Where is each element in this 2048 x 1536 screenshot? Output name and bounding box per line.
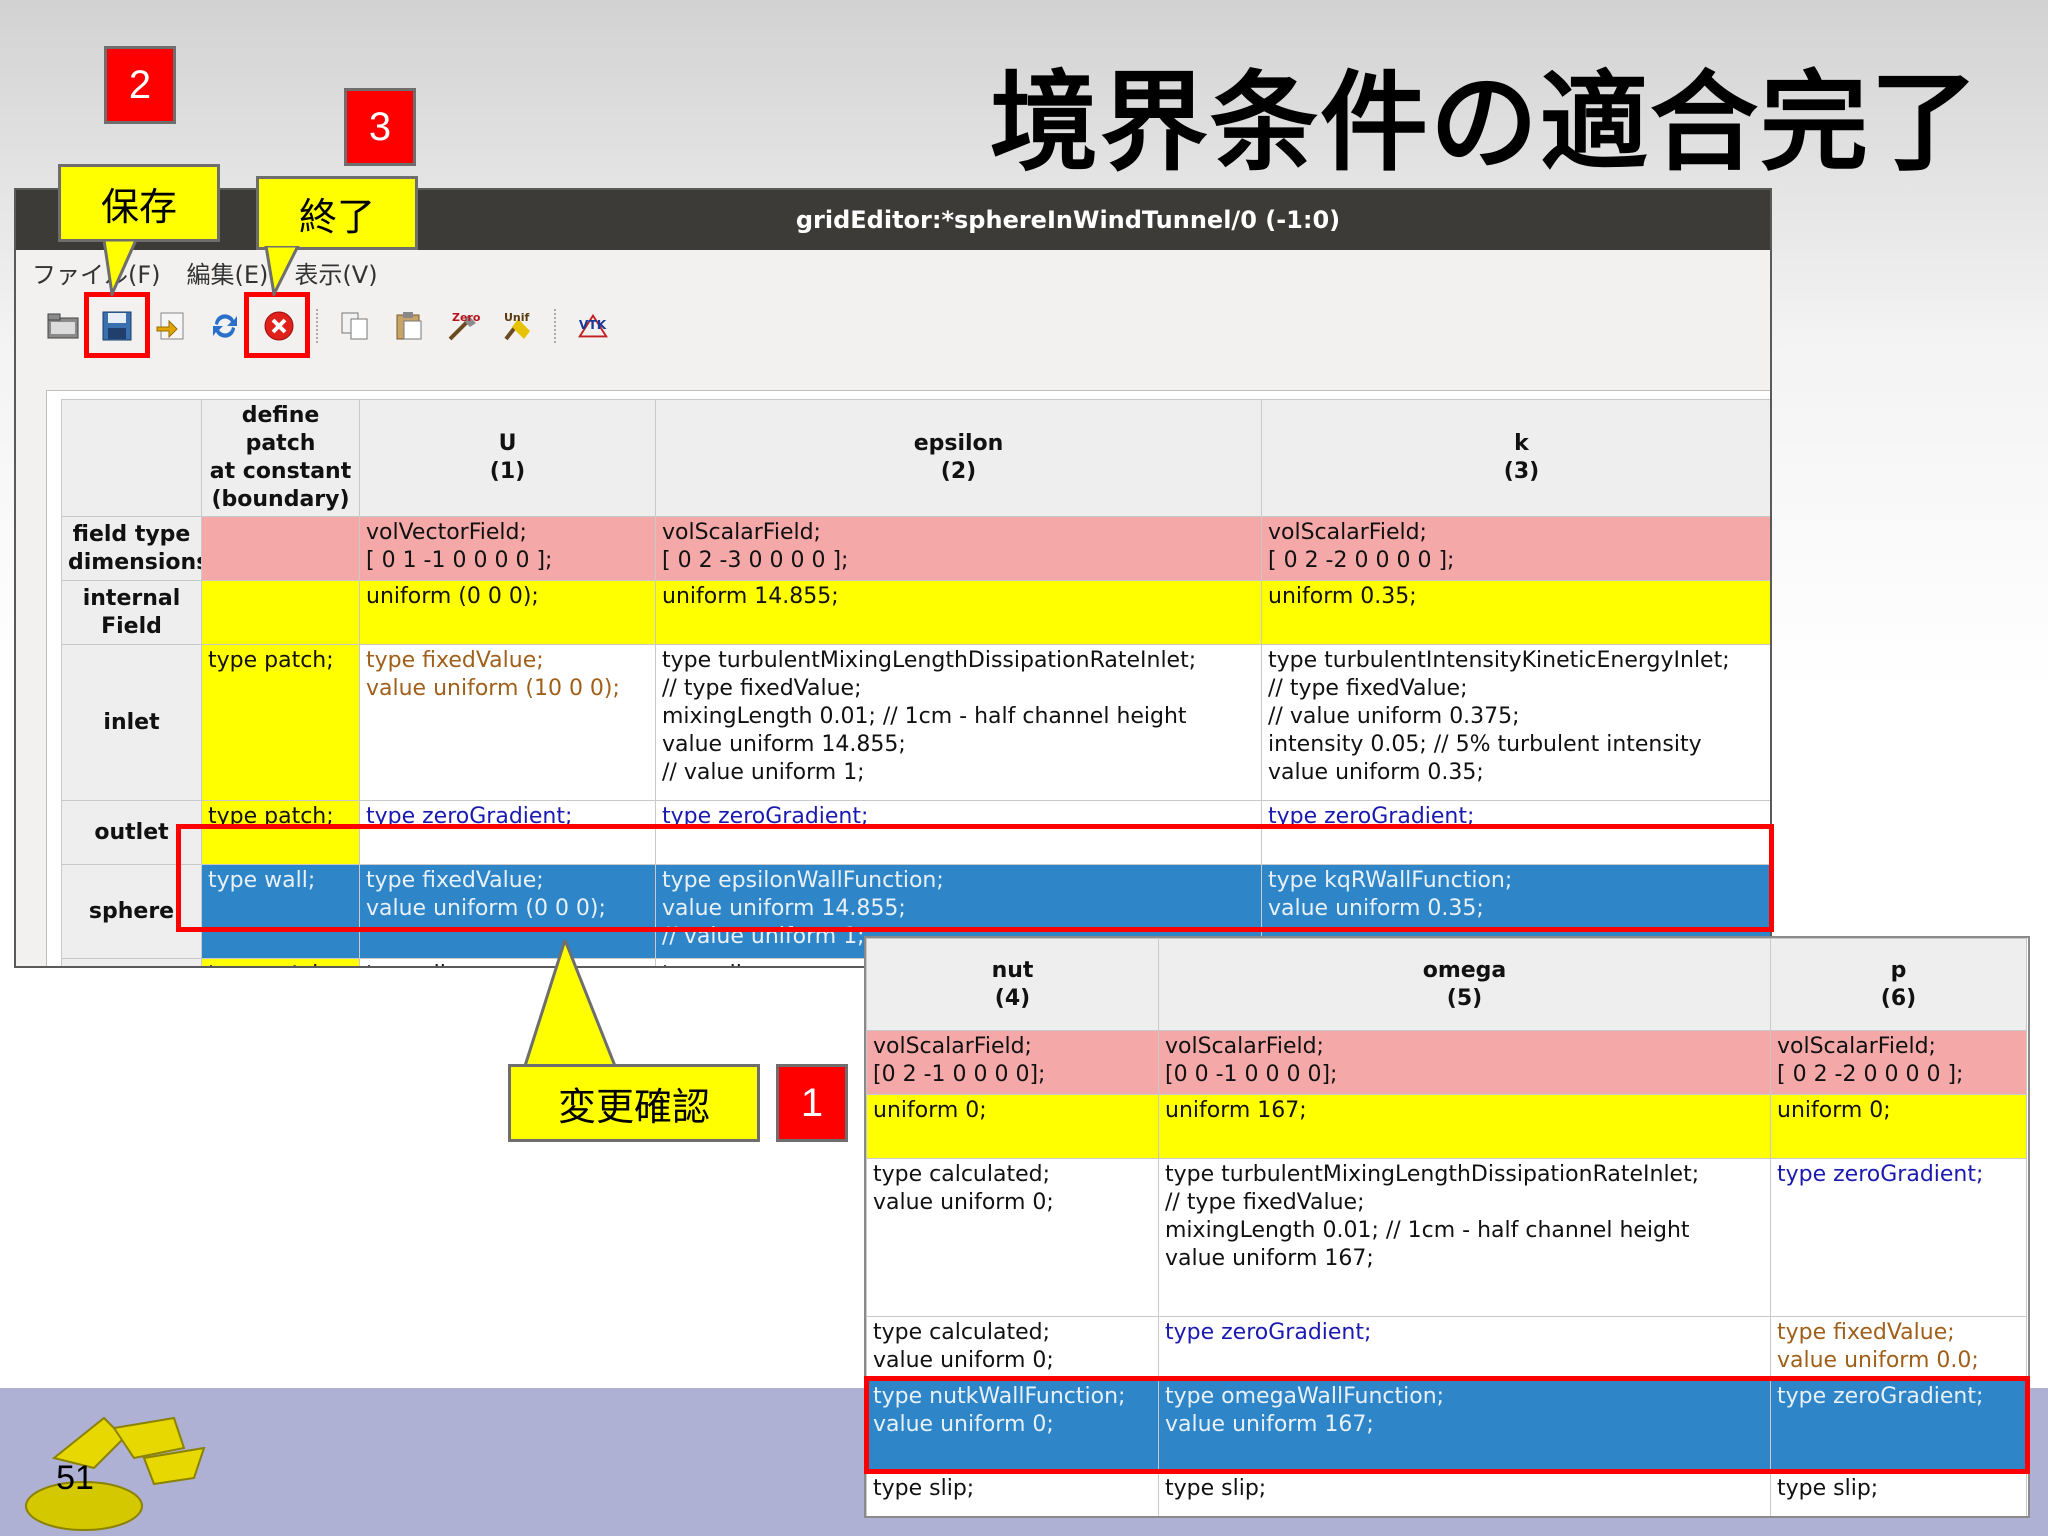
column-header-u[interactable]: U (1) (359, 399, 656, 517)
table-cell[interactable]: volScalarField; [ 0 2 -2 0 0 0 0 ]; (1770, 1030, 2027, 1095)
table-cell[interactable] (201, 580, 360, 645)
column-header-p[interactable]: p (6) (1770, 938, 2027, 1031)
table-cell[interactable]: uniform 14.855; (655, 580, 1262, 645)
confirm-callout-pointer (522, 940, 618, 1068)
table-cell[interactable]: type turbulentMixingLengthDissipationRat… (655, 644, 1262, 801)
row-header-inlet: inlet (61, 644, 202, 801)
column-header-omega[interactable]: omega (5) (1158, 938, 1771, 1031)
window-title: gridEditor:*sphereInWindTunnel/0 (-1:0) (795, 206, 1341, 234)
table-cell[interactable]: volScalarField; [0 0 -1 0 0 0 0]; (1158, 1030, 1771, 1095)
quit-callout-pointer (264, 246, 300, 296)
refresh-icon[interactable] (208, 309, 242, 343)
save-button-highlight (84, 292, 150, 358)
table-cell[interactable]: type calculated; value uniform 0; (866, 1158, 1159, 1317)
svg-text:VTK: VTK (579, 318, 607, 332)
row-header-internal-field: internal Field (61, 580, 202, 645)
menu-view[interactable]: 表示(V) (294, 255, 377, 290)
table-cell[interactable]: type fixedValue; value uniform (10 0 0); (359, 644, 656, 801)
table-cell[interactable]: uniform (0 0 0); (359, 580, 656, 645)
table-cell[interactable]: type zeroGradient; (1770, 1158, 2027, 1317)
open-folder-icon[interactable] (46, 309, 80, 343)
table-cell[interactable]: type slip; (1158, 1472, 1771, 1516)
table-cell[interactable]: volScalarField; [ 0 2 -3 0 0 0 0 ]; (655, 516, 1262, 581)
table-cell[interactable]: type fixedValue; value uniform 0.0; (1770, 1316, 2027, 1381)
toolbar-separator (554, 309, 556, 343)
table-cell[interactable]: type zeroGradient; (1158, 1316, 1771, 1381)
column-header-k[interactable]: k (3) (1261, 399, 1770, 517)
quit-callout: 終了 (256, 176, 418, 250)
step-number-confirm: 1 (776, 1064, 848, 1142)
define-patch-header: define patch at constant (boundary) (201, 399, 360, 517)
zero-icon[interactable]: Zero (446, 309, 480, 343)
step-number-save: 2 (104, 46, 176, 124)
sphere-row-highlight-continued (864, 1376, 2030, 1474)
table-cell[interactable]: type patch; (201, 958, 360, 966)
table-cell[interactable]: volVectorField; [ 0 1 -1 0 0 0 0 ]; (359, 516, 656, 581)
quit-button-highlight (244, 292, 310, 358)
step-number-quit: 3 (344, 88, 416, 166)
menu-file[interactable]: ファイル(F) (32, 255, 161, 290)
table-cell[interactable]: type turbulentMixingLengthDissipationRat… (1158, 1158, 1771, 1317)
toolbar-separator (316, 309, 318, 343)
table-cell[interactable]: volScalarField; [0 2 -1 0 0 0 0]; (866, 1030, 1159, 1095)
menu-edit[interactable]: 編集(E) (187, 255, 269, 290)
save-callout-pointer (102, 240, 138, 296)
corner-header (61, 399, 202, 517)
table-cell[interactable] (201, 516, 360, 581)
column-header-epsilon[interactable]: epsilon (2) (655, 399, 1262, 517)
vtk-icon[interactable]: VTK (576, 309, 610, 343)
sphere-row-highlight (176, 824, 1774, 932)
paste-icon[interactable] (392, 309, 426, 343)
save-callout: 保存 (58, 164, 220, 242)
column-header-nut[interactable]: nut (4) (866, 938, 1159, 1031)
table-cell[interactable]: volScalarField; [ 0 2 -2 0 0 0 0 ]; (1261, 516, 1770, 581)
uniform-icon[interactable]: Unif (500, 309, 534, 343)
svg-text:Unif: Unif (504, 311, 530, 324)
page-number: 51 (56, 1459, 94, 1497)
table-cell[interactable]: type turbulentIntensityKineticEnergyInle… (1261, 644, 1770, 801)
svg-text:Zero: Zero (452, 311, 480, 324)
table-cell[interactable]: type slip; (866, 1472, 1159, 1516)
table-cell[interactable]: uniform 0; (866, 1094, 1159, 1159)
confirm-callout: 変更確認 (508, 1064, 760, 1142)
table-cell[interactable]: type slip; (1770, 1472, 2027, 1516)
import-icon[interactable] (154, 309, 188, 343)
table-cell[interactable]: uniform 167; (1158, 1094, 1771, 1159)
row-header-field-type: field type dimensions (61, 516, 202, 581)
copy-icon[interactable] (338, 309, 372, 343)
table-cell[interactable]: type patch; (201, 644, 360, 801)
slide-title: 境界条件の適合完了 (990, 61, 1981, 186)
table-cell[interactable]: type calculated; value uniform 0; (866, 1316, 1159, 1381)
table-cell[interactable]: uniform 0.35; (1261, 580, 1770, 645)
row-header-wall: wall (61, 958, 202, 966)
table-cell[interactable]: uniform 0; (1770, 1094, 2027, 1159)
